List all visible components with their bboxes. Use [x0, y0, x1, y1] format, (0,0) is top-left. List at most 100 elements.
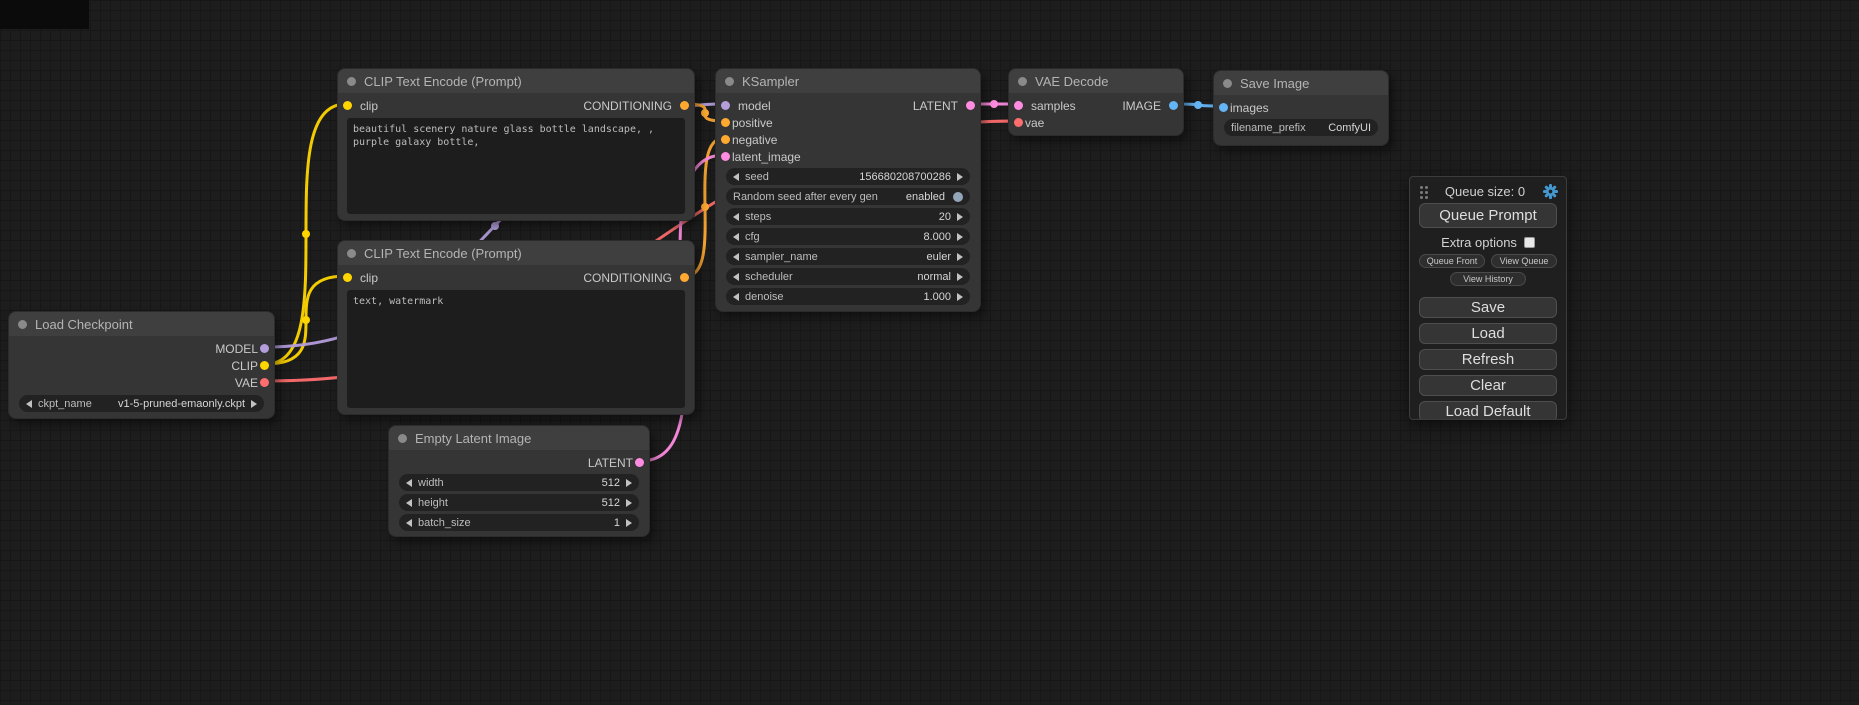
- increment-arrow-icon[interactable]: [957, 233, 963, 241]
- conditioning-output-port[interactable]: [680, 101, 689, 110]
- input-slot-negative: negative: [716, 131, 980, 148]
- decrement-arrow-icon[interactable]: [733, 233, 739, 241]
- vae-output-port[interactable]: [260, 378, 269, 387]
- width-widget[interactable]: width 512: [399, 474, 639, 491]
- collapse-dot-icon[interactable]: [725, 77, 734, 86]
- node-save-image[interactable]: Save Image images filename_prefix ComfyU…: [1213, 70, 1389, 146]
- extra-options-checkbox[interactable]: [1524, 237, 1535, 248]
- extra-options-label: Extra options: [1441, 235, 1517, 250]
- batch-size-widget[interactable]: batch_size 1: [399, 514, 639, 531]
- latent-image-input-port[interactable]: [721, 152, 730, 161]
- settings-gear-icon[interactable]: [1543, 184, 1558, 199]
- clip-input-port[interactable]: [343, 101, 352, 110]
- images-input-port[interactable]: [1219, 103, 1228, 112]
- clip-input-port[interactable]: [343, 273, 352, 282]
- node-title-bar[interactable]: Load Checkpoint: [9, 312, 274, 336]
- steps-widget[interactable]: steps 20: [726, 208, 970, 225]
- prompt-textarea[interactable]: text, watermark: [347, 290, 685, 408]
- load-default-button[interactable]: Load Default: [1419, 401, 1557, 420]
- conditioning-output-port[interactable]: [680, 273, 689, 282]
- image-output-port[interactable]: [1169, 101, 1178, 110]
- height-widget[interactable]: height 512: [399, 494, 639, 511]
- node-title-bar[interactable]: KSampler: [716, 69, 980, 93]
- prompt-textarea[interactable]: beautiful scenery nature glass bottle la…: [347, 118, 685, 214]
- positive-input-port[interactable]: [721, 118, 730, 127]
- negative-input-port[interactable]: [721, 135, 730, 144]
- cfg-widget[interactable]: cfg 8.000: [726, 228, 970, 245]
- load-button[interactable]: Load: [1419, 323, 1557, 344]
- node-title-bar[interactable]: Empty Latent Image: [389, 426, 649, 450]
- increment-arrow-icon[interactable]: [626, 499, 632, 507]
- increment-arrow-icon[interactable]: [626, 479, 632, 487]
- model-input-port[interactable]: [721, 101, 730, 110]
- node-ksampler[interactable]: KSampler model LATENT positive negative …: [715, 68, 981, 312]
- scheduler-widget[interactable]: scheduler normal: [726, 268, 970, 285]
- seed-widget[interactable]: seed 156680208700286: [726, 168, 970, 185]
- node-title-bar[interactable]: Save Image: [1214, 71, 1388, 95]
- node-vae-decode[interactable]: VAE Decode samples IMAGE vae: [1008, 68, 1184, 136]
- queue-prompt-button[interactable]: Queue Prompt: [1419, 203, 1557, 228]
- view-queue-button[interactable]: View Queue: [1491, 254, 1557, 268]
- decrement-arrow-icon[interactable]: [406, 479, 412, 487]
- samples-input-port[interactable]: [1014, 101, 1023, 110]
- decrement-arrow-icon[interactable]: [733, 253, 739, 261]
- wire-midpoint-dot: [491, 222, 499, 230]
- input-slot-images: images: [1214, 99, 1388, 116]
- latent-output-port[interactable]: [635, 458, 644, 467]
- queue-front-button[interactable]: Queue Front: [1419, 254, 1485, 268]
- clear-button[interactable]: Clear: [1419, 375, 1557, 396]
- drag-handle-icon[interactable]: [1420, 186, 1423, 189]
- increment-arrow-icon[interactable]: [957, 253, 963, 261]
- collapse-dot-icon[interactable]: [347, 249, 356, 258]
- node-title-bar[interactable]: CLIP Text Encode (Prompt): [338, 241, 694, 265]
- control-after-generate-widget[interactable]: Random seed after every gen enabled: [726, 188, 970, 205]
- queue-panel: Queue size: 0 Queue Prompt Extra options…: [1409, 176, 1567, 420]
- decrement-arrow-icon[interactable]: [733, 213, 739, 221]
- ckpt-name-widget[interactable]: ckpt_name v1-5-pruned-emaonly.ckpt: [19, 395, 264, 412]
- node-title-bar[interactable]: CLIP Text Encode (Prompt): [338, 69, 694, 93]
- latent-output-port[interactable]: [966, 101, 975, 110]
- decrement-arrow-icon[interactable]: [406, 519, 412, 527]
- decrement-arrow-icon[interactable]: [406, 499, 412, 507]
- collapse-dot-icon[interactable]: [398, 434, 407, 443]
- increment-arrow-icon[interactable]: [251, 400, 257, 408]
- collapse-dot-icon[interactable]: [1018, 77, 1027, 86]
- node-load-checkpoint[interactable]: Load Checkpoint MODEL CLIP VAE ckpt_name…: [8, 311, 275, 419]
- node-title: Empty Latent Image: [415, 431, 531, 446]
- toggle-dot-icon[interactable]: [953, 192, 963, 202]
- filename-prefix-widget[interactable]: filename_prefix ComfyUI: [1224, 119, 1378, 136]
- increment-arrow-icon[interactable]: [957, 293, 963, 301]
- collapse-dot-icon[interactable]: [1223, 79, 1232, 88]
- save-button[interactable]: Save: [1419, 297, 1557, 318]
- increment-arrow-icon[interactable]: [957, 273, 963, 281]
- decrement-arrow-icon[interactable]: [733, 273, 739, 281]
- decrement-arrow-icon[interactable]: [26, 400, 32, 408]
- widget-name: filename_prefix: [1231, 122, 1306, 134]
- input-slot-model: model: [721, 99, 773, 113]
- node-empty-latent-image[interactable]: Empty Latent Image LATENT width 512 heig…: [388, 425, 650, 537]
- clip-output-port[interactable]: [260, 361, 269, 370]
- widget-value: 20: [939, 211, 951, 223]
- decrement-arrow-icon[interactable]: [733, 173, 739, 181]
- output-slot-conditioning: CONDITIONING: [581, 99, 689, 113]
- node-clip-text-encode-positive[interactable]: CLIP Text Encode (Prompt) clip CONDITION…: [337, 68, 695, 221]
- output-slot-vae: VAE: [9, 374, 274, 391]
- node-clip-text-encode-negative[interactable]: CLIP Text Encode (Prompt) clip CONDITION…: [337, 240, 695, 415]
- node-title-bar[interactable]: VAE Decode: [1009, 69, 1183, 93]
- collapse-dot-icon[interactable]: [347, 77, 356, 86]
- wire-midpoint-dot: [701, 109, 709, 117]
- decrement-arrow-icon[interactable]: [733, 293, 739, 301]
- refresh-button[interactable]: Refresh: [1419, 349, 1557, 370]
- increment-arrow-icon[interactable]: [957, 213, 963, 221]
- vae-input-port[interactable]: [1014, 118, 1023, 127]
- denoise-widget[interactable]: denoise 1.000: [726, 288, 970, 305]
- comfyui-canvas[interactable]: { "colors": { "model": "#B39DDB", "clip"…: [0, 0, 1859, 705]
- increment-arrow-icon[interactable]: [626, 519, 632, 527]
- sampler-name-widget[interactable]: sampler_name euler: [726, 248, 970, 265]
- view-history-button[interactable]: View History: [1450, 272, 1526, 286]
- node-title: Load Checkpoint: [35, 317, 133, 332]
- increment-arrow-icon[interactable]: [957, 173, 963, 181]
- model-output-port[interactable]: [260, 344, 269, 353]
- collapse-dot-icon[interactable]: [18, 320, 27, 329]
- widget-name: width: [418, 477, 444, 489]
